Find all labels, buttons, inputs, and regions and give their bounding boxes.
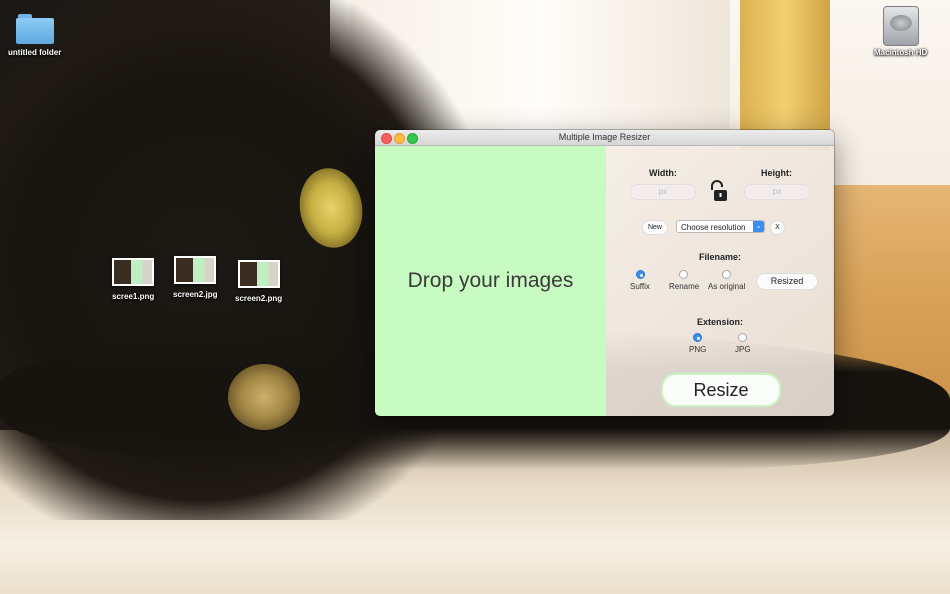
desktop-hd-label: Macintosh HD: [874, 48, 928, 57]
height-input[interactable]: px: [744, 184, 810, 200]
filename-rename-label: Rename: [669, 282, 700, 291]
extension-label: Extension:: [697, 317, 744, 327]
extension-jpg-label: JPG: [735, 345, 751, 354]
extension-png-label: PNG: [689, 345, 707, 354]
height-label: Height:: [761, 168, 792, 178]
extension-png-radio[interactable]: [693, 333, 702, 342]
width-input[interactable]: px: [630, 184, 696, 200]
desktop-file-label: screen2.png: [235, 294, 283, 303]
filename-suffix-label: Suffix: [630, 282, 650, 291]
unlock-icon[interactable]: [709, 180, 729, 204]
drop-zone[interactable]: Drop your images: [375, 146, 606, 416]
extension-jpg-radio[interactable]: [738, 333, 747, 342]
chevron-down-icon: ⌄: [753, 221, 764, 232]
folder-icon: [15, 14, 54, 44]
clear-resolution-button[interactable]: X: [770, 220, 785, 235]
resolution-select[interactable]: Choose resolution ⌄: [676, 220, 765, 233]
title-bar[interactable]: Multiple Image Resizer: [375, 130, 834, 146]
settings-panel: Width: Height: px px New Choose resoluti…: [606, 146, 834, 416]
desktop-folder-label: untitled folder: [8, 48, 62, 57]
filename-label: Filename:: [699, 252, 742, 262]
filename-original-label: As original: [708, 282, 746, 291]
window-title: Multiple Image Resizer: [558, 132, 651, 142]
desktop-file-label: scree1.png: [112, 292, 155, 301]
desktop-folder[interactable]: untitled folder: [8, 14, 61, 57]
filename-suffix-radio[interactable]: [636, 270, 645, 279]
image-thumbnail-icon: [174, 256, 217, 284]
resize-button[interactable]: Resize: [661, 373, 781, 407]
new-resolution-button[interactable]: New: [642, 220, 668, 235]
width-label: Width:: [649, 168, 677, 178]
desktop-file[interactable]: scree1.png: [112, 258, 154, 301]
hard-drive-icon: [882, 6, 919, 46]
wallpaper-cat-eye: [228, 364, 300, 430]
image-thumbnail-icon: [237, 260, 280, 288]
filename-rename-radio[interactable]: [679, 270, 688, 279]
suffix-input[interactable]: Resized: [756, 273, 818, 290]
app-window: Multiple Image Resizer Drop your images …: [375, 130, 834, 416]
desktop-file[interactable]: screen2.png: [235, 260, 282, 303]
drop-zone-text: Drop your images: [407, 269, 574, 292]
desktop-file[interactable]: screen2.jpg: [173, 256, 217, 299]
filename-original-radio[interactable]: [722, 270, 731, 279]
desktop-hard-drive[interactable]: Macintosh HD: [874, 6, 927, 57]
image-thumbnail-icon: [112, 258, 155, 286]
desktop-file-label: screen2.jpg: [173, 290, 218, 299]
wallpaper-curtain: [740, 0, 830, 150]
resolution-select-value: Choose resolution: [681, 223, 746, 232]
